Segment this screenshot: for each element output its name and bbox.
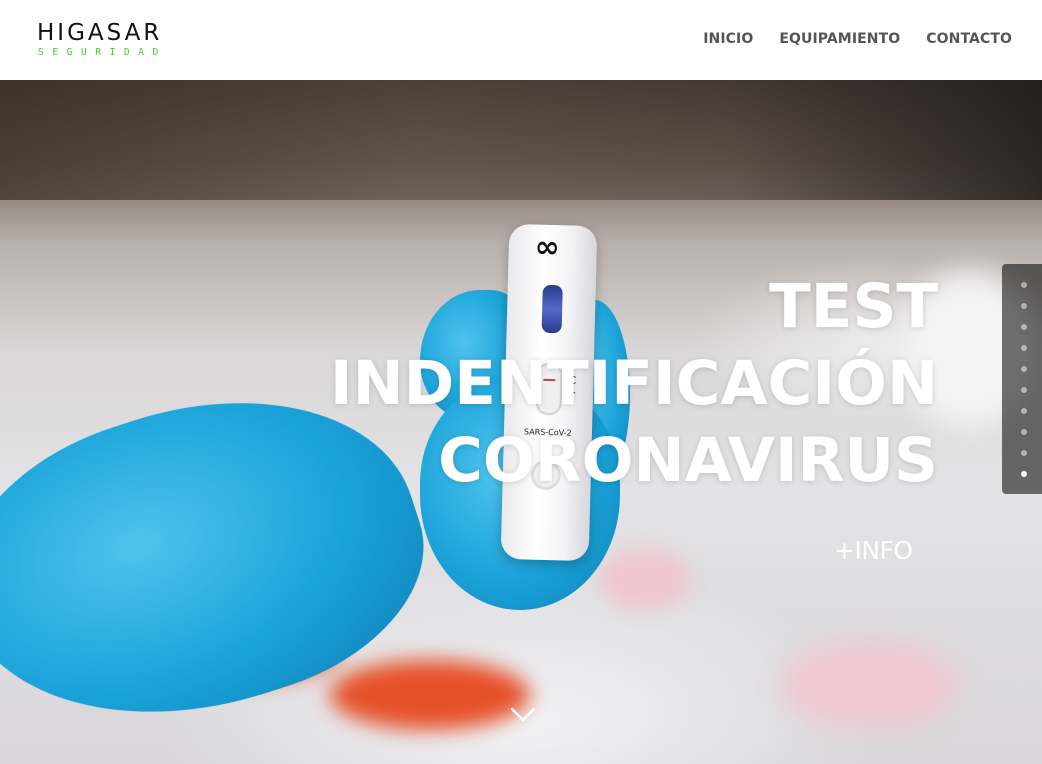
background-blob: [600, 550, 690, 610]
slide-dot[interactable]: [1021, 366, 1027, 372]
site-logo[interactable]: HIGASAR SEGURIDAD: [37, 20, 177, 60]
hero-title-line: INDENTIFICACIÓN: [329, 348, 938, 419]
slide-dot[interactable]: [1021, 282, 1027, 288]
site-header: HIGASAR SEGURIDAD INICIO EQUIPAMIENTO CO…: [0, 0, 1042, 80]
background-shade: [0, 80, 1042, 200]
slide-dot[interactable]: [1021, 450, 1027, 456]
slide-dot[interactable]: [1021, 471, 1027, 477]
logo-wordmark: HIGASAR: [37, 20, 163, 46]
hero-title-line: TEST: [769, 271, 938, 342]
logo-tagline: SEGURIDAD: [38, 47, 167, 58]
chevron-down-icon[interactable]: [510, 707, 536, 723]
hero-title-line: CORONAVIRUS: [438, 425, 938, 496]
slide-dot[interactable]: [1021, 408, 1027, 414]
hero-slide: ∞ C T SARS-CoV-2 TEST INDENTIFICACIÓN CO…: [0, 80, 1042, 764]
slide-dot[interactable]: [1021, 303, 1027, 309]
nav-equipamiento[interactable]: EQUIPAMIENTO: [779, 31, 900, 47]
background-blob: [330, 660, 530, 730]
slide-dot[interactable]: [1021, 387, 1027, 393]
infinity-icon: ∞: [534, 229, 561, 266]
main-nav: INICIO EQUIPAMIENTO CONTACTO: [703, 31, 1012, 47]
slide-dot[interactable]: [1021, 324, 1027, 330]
more-info-button[interactable]: +INFO: [834, 536, 913, 565]
slide-dot[interactable]: [1021, 429, 1027, 435]
slide-navigation: [1002, 264, 1042, 494]
nav-inicio[interactable]: INICIO: [703, 31, 753, 47]
nav-contacto[interactable]: CONTACTO: [926, 31, 1012, 47]
background-blob: [780, 640, 960, 730]
hero-title: TEST INDENTIFICACIÓN CORONAVIRUS: [330, 268, 938, 499]
slide-dot[interactable]: [1021, 345, 1027, 351]
